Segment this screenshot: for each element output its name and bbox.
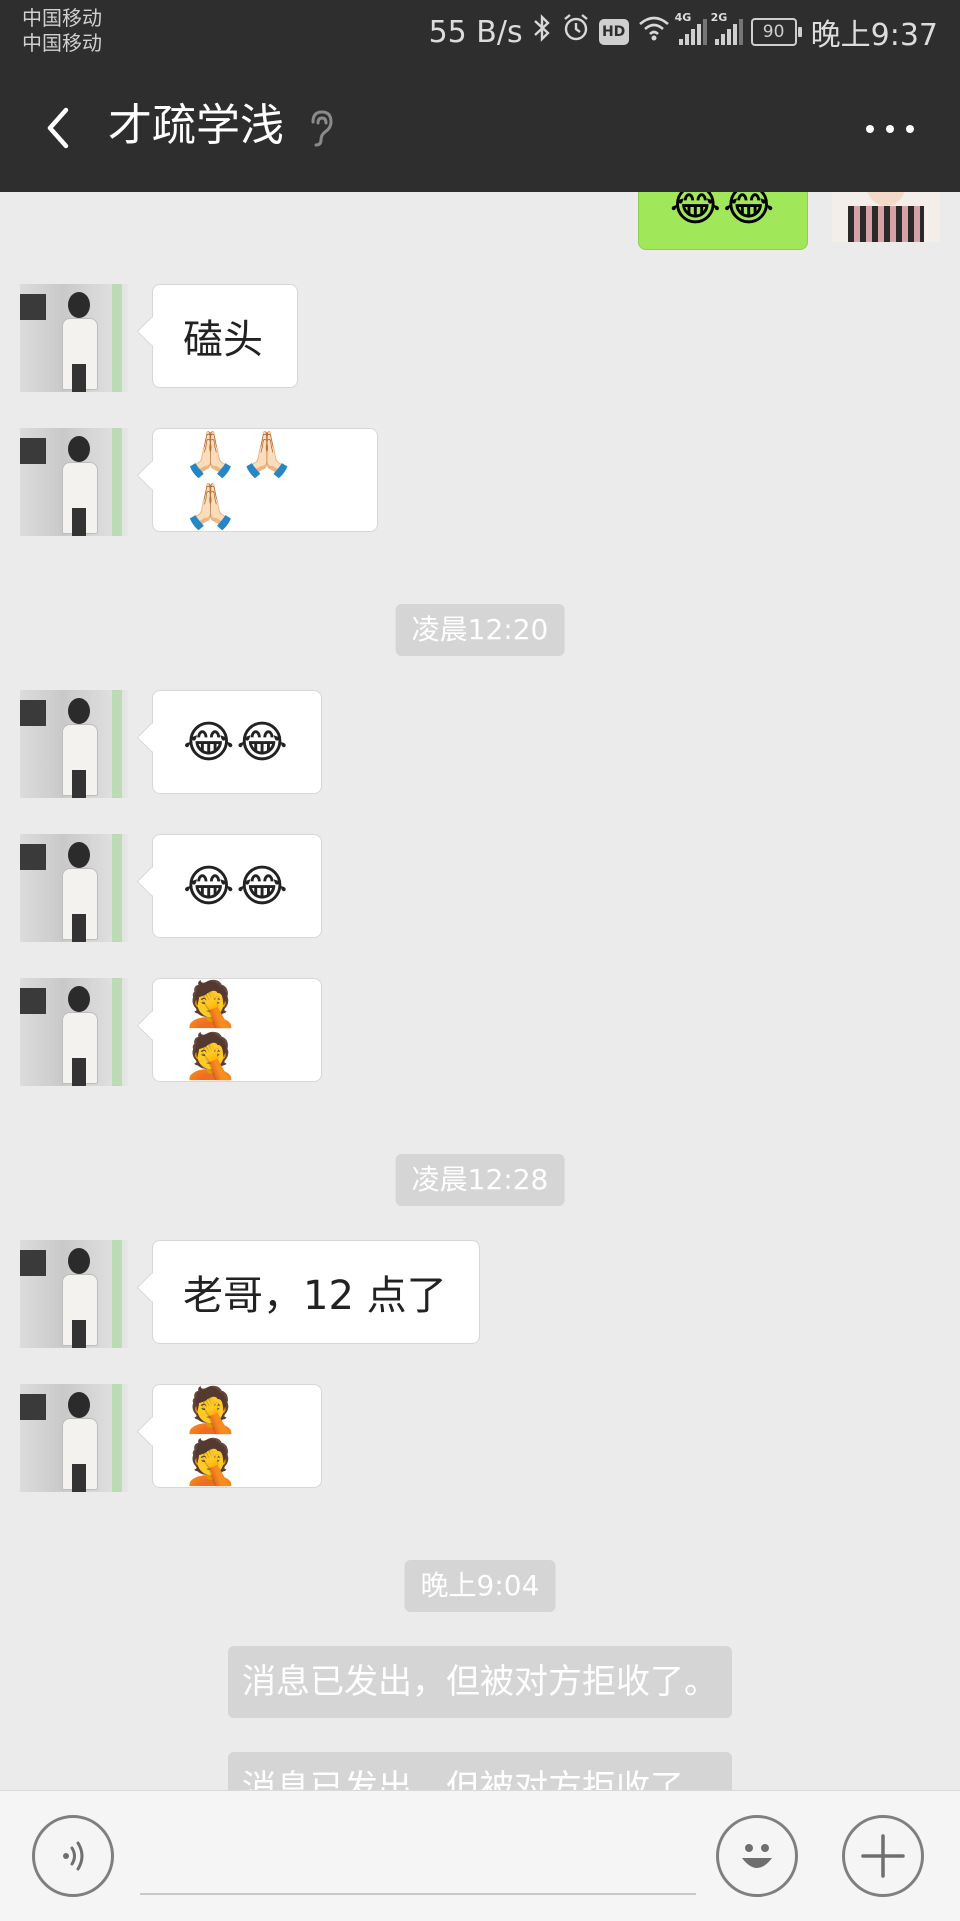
contact-avatar[interactable] — [20, 1384, 128, 1492]
message-list[interactable]: 😂😂 磕头 🙏🏻🙏🏻🙏🏻 凌晨12:20 😂😂 😂😂 � — [0, 192, 960, 1790]
my-avatar[interactable] — [832, 192, 940, 242]
net-speed: 55 B/s — [428, 14, 523, 50]
plus-icon — [861, 1834, 905, 1878]
message-bubble[interactable]: 😂😂 — [152, 690, 322, 794]
contact-avatar[interactable] — [20, 690, 128, 798]
battery-icon: 90 — [750, 18, 802, 46]
timestamp: 凌晨12:20 — [395, 604, 565, 656]
plus-button[interactable] — [842, 1815, 924, 1897]
input-bar — [0, 1790, 960, 1921]
timestamp: 凌晨12:28 — [395, 1154, 565, 1206]
voice-icon — [63, 1841, 84, 1871]
alarm-icon — [561, 13, 591, 51]
message-text: 🤦🤦 — [183, 1385, 240, 1488]
emoji-icon — [742, 1844, 772, 1868]
wifi-icon — [637, 14, 671, 50]
status-icons: 55 B/s HD 4G 2G 90 晚上9:37 — [428, 11, 938, 53]
chevron-left-icon — [47, 107, 69, 149]
contact-avatar[interactable] — [20, 834, 128, 942]
chat-title[interactable]: 才疏学浅 — [108, 96, 284, 156]
carrier-2: 中国移动 — [22, 31, 102, 55]
more-button[interactable] — [860, 114, 920, 144]
message-text: 😂😂 — [669, 192, 777, 231]
contact-avatar[interactable] — [20, 284, 128, 392]
status-bar: 中国移动 中国移动 55 B/s HD 4G 2G 90 晚上9:37 — [0, 0, 960, 64]
contact-avatar[interactable] — [20, 1240, 128, 1348]
message-text: 🤦🤦 — [183, 979, 240, 1082]
hd-badge: HD — [598, 19, 629, 45]
back-button[interactable] — [30, 98, 90, 158]
system-notice: 消息已发出，但被对方拒收了。 — [228, 1646, 732, 1718]
contact-avatar[interactable] — [20, 428, 128, 536]
message-input[interactable] — [140, 1819, 696, 1895]
emoji-button[interactable] — [716, 1815, 798, 1897]
carrier-info: 中国移动 中国移动 — [22, 6, 102, 56]
my-message-bubble[interactable]: 😂😂 — [638, 192, 808, 250]
message-text: 🙏🏻🙏🏻🙏🏻 — [183, 429, 297, 532]
system-notice: 消息已发出，但被对方拒收了。 — [228, 1752, 732, 1790]
timestamp: 晚上9:04 — [404, 1560, 556, 1612]
clock: 晚上9:37 — [810, 18, 938, 53]
message-text: 😂😂 — [183, 860, 290, 912]
ear-icon — [306, 108, 336, 148]
contact-avatar[interactable] — [20, 978, 128, 1086]
message-bubble[interactable]: 🤦🤦 — [152, 1384, 322, 1488]
message-bubble[interactable]: 😂😂 — [152, 834, 322, 938]
message-text: 磕头 — [183, 317, 263, 363]
bluetooth-icon — [531, 13, 553, 51]
voice-button[interactable] — [32, 1815, 114, 1897]
chat-header: 才疏学浅 — [0, 64, 960, 192]
message-bubble[interactable]: 🙏🏻🙏🏻🙏🏻 — [152, 428, 378, 532]
message-text: 😂😂 — [183, 716, 290, 768]
signal-4g-icon: 4G — [675, 11, 707, 45]
signal-2g-icon: 2G — [711, 11, 743, 45]
message-bubble[interactable]: 🤦🤦 — [152, 978, 322, 1082]
more-horizontal-icon — [866, 125, 914, 133]
carrier-1: 中国移动 — [22, 6, 102, 30]
message-bubble[interactable]: 磕头 — [152, 284, 298, 388]
net-type-4g: 4G — [674, 11, 692, 24]
message-text: 老哥，12 点了 — [183, 1273, 447, 1319]
net-type-2g: 2G — [710, 11, 728, 24]
message-bubble[interactable]: 老哥，12 点了 — [152, 1240, 480, 1344]
